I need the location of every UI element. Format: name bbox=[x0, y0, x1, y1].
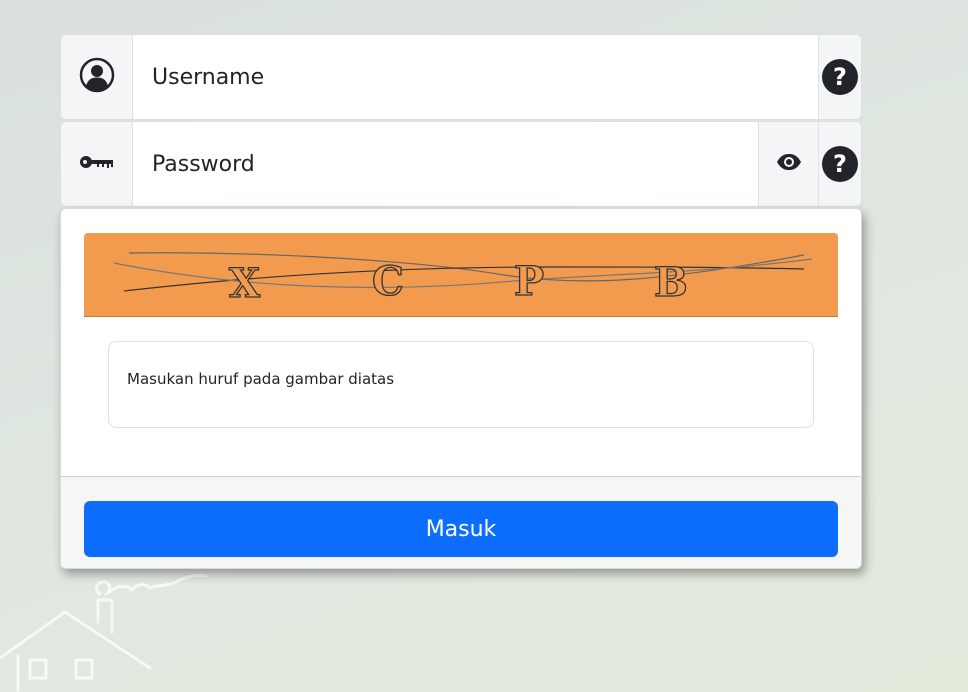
captcha-card-footer: Masuk bbox=[61, 476, 861, 568]
password-help-button[interactable]: ? bbox=[818, 122, 861, 206]
question-circle-icon: ? bbox=[822, 146, 858, 182]
captcha-letter: B bbox=[654, 259, 688, 306]
password-input[interactable] bbox=[133, 122, 758, 206]
captcha-letter: X bbox=[229, 260, 260, 307]
login-submit-button[interactable]: Masuk bbox=[84, 501, 838, 557]
captcha-input-wrapper bbox=[108, 341, 814, 428]
username-addon bbox=[61, 35, 133, 119]
username-input[interactable] bbox=[133, 35, 818, 119]
background-house-doodle bbox=[0, 573, 208, 692]
captcha-input[interactable] bbox=[127, 370, 787, 388]
captcha-card: X C P B Masuk bbox=[60, 208, 862, 569]
captcha-letter: P bbox=[514, 258, 544, 305]
eye-icon bbox=[776, 153, 802, 175]
key-icon bbox=[79, 152, 115, 176]
captcha-letter: C bbox=[372, 258, 404, 305]
password-field-group: ? bbox=[60, 121, 862, 207]
toggle-password-visibility-button[interactable] bbox=[758, 122, 818, 206]
user-circle-icon bbox=[79, 57, 115, 97]
username-help-button[interactable]: ? bbox=[818, 35, 861, 119]
captcha-image: X C P B bbox=[84, 233, 838, 317]
password-addon bbox=[61, 122, 133, 206]
username-field-group: ? bbox=[60, 34, 862, 120]
question-circle-icon: ? bbox=[822, 59, 858, 95]
